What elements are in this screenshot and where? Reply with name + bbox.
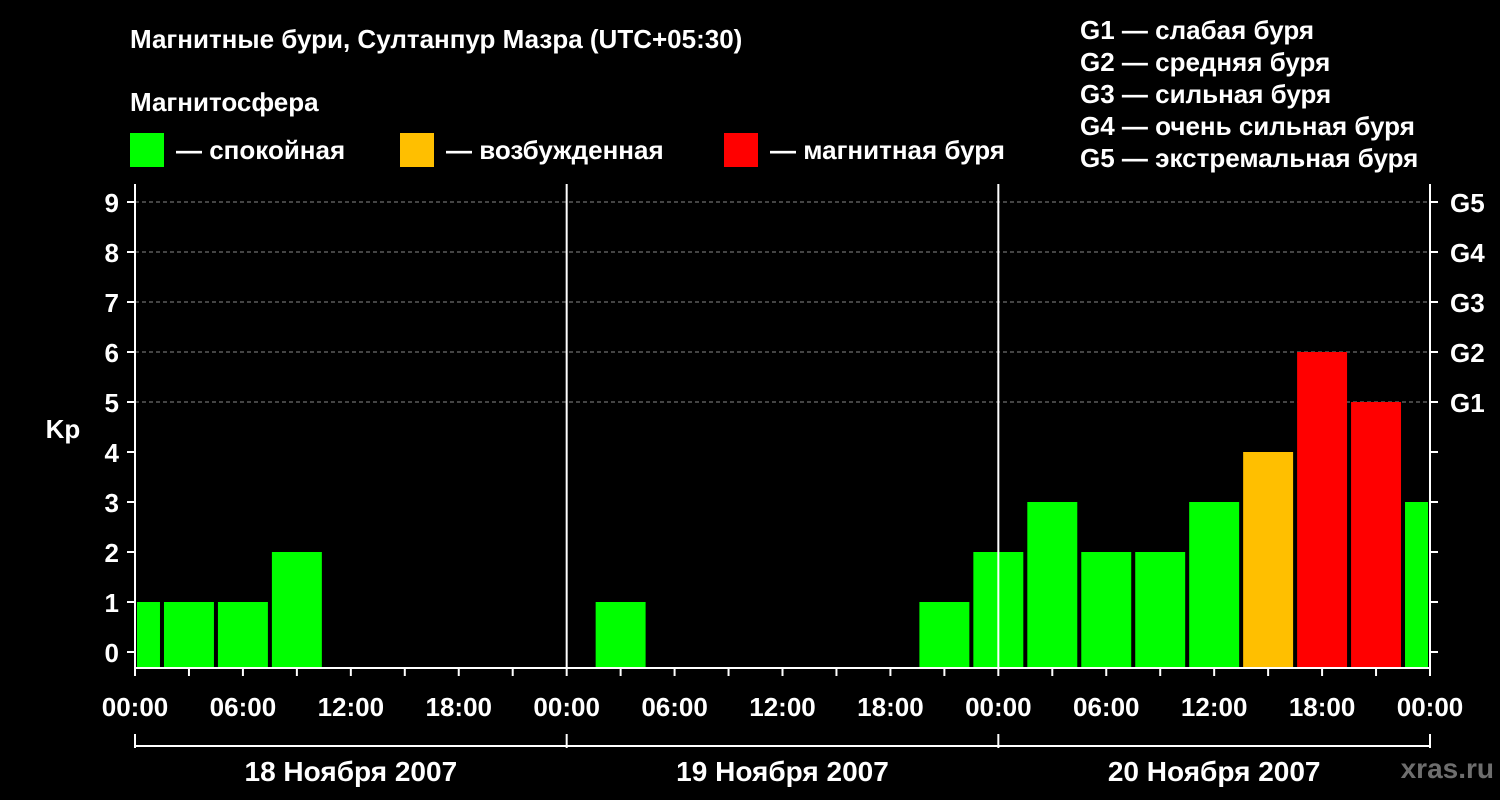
kp-bar	[1351, 402, 1402, 667]
kp-bar	[271, 552, 322, 667]
y-tick-label: 9	[105, 188, 119, 218]
x-tick-label: 06:00	[641, 692, 708, 722]
y-tick-label: 7	[105, 288, 119, 318]
day-label: 18 Ноября 2007	[245, 756, 458, 787]
g-tick-label: G3	[1450, 288, 1485, 318]
y-tick-label: 5	[105, 388, 119, 418]
x-tick-label: 00:00	[102, 692, 169, 722]
x-tick-label: 00:00	[965, 692, 1032, 722]
watermark: xras.ru	[1400, 753, 1494, 784]
x-tick-label: 06:00	[1073, 692, 1140, 722]
x-tick-label: 12:00	[749, 692, 816, 722]
kp-bar	[1135, 552, 1186, 667]
kp-bar	[217, 602, 268, 667]
kp-bar	[1189, 502, 1240, 667]
g-tick-label: G4	[1450, 238, 1485, 268]
y-tick-label: 8	[105, 238, 119, 268]
day-label: 20 Ноября 2007	[1108, 756, 1321, 787]
y-tick-label: 3	[105, 488, 119, 518]
y-tick-label: 2	[105, 538, 119, 568]
kp-bar	[1081, 552, 1132, 667]
y-tick-label: 6	[105, 338, 119, 368]
g-tick-label: G2	[1450, 338, 1485, 368]
kp-bar	[1243, 452, 1294, 667]
x-tick-label: 00:00	[533, 692, 600, 722]
kp-bar	[1405, 502, 1428, 667]
kp-chart: 0 1 2 3 4 5 6 7 8 9 G1 G2 G3 G4 G5 Kp 00:00 06:00 12:00 18:…	[46, 184, 1485, 787]
y-tick-label: 4	[105, 438, 120, 468]
y-axis-label: Kp	[46, 414, 81, 444]
x-tick-label: 18:00	[426, 692, 493, 722]
kp-bar	[1027, 502, 1078, 667]
x-tick-label: 18:00	[857, 692, 924, 722]
day-label: 19 Ноября 2007	[676, 756, 889, 787]
x-tick-label: 12:00	[318, 692, 385, 722]
x-tick-label: 12:00	[1181, 692, 1248, 722]
kp-bar	[919, 602, 970, 667]
kp-bar	[137, 602, 160, 667]
x-tick-label: 06:00	[210, 692, 277, 722]
g-tick-label: G1	[1450, 388, 1485, 418]
g-tick-label: G5	[1450, 188, 1485, 218]
kp-bar	[163, 602, 214, 667]
x-tick-label: 00:00	[1397, 692, 1464, 722]
x-tick-label: 18:00	[1289, 692, 1356, 722]
y-tick-label: 0	[105, 638, 119, 668]
kp-bar	[1297, 352, 1348, 667]
y-tick-label: 1	[105, 588, 119, 618]
kp-bar	[595, 602, 646, 667]
